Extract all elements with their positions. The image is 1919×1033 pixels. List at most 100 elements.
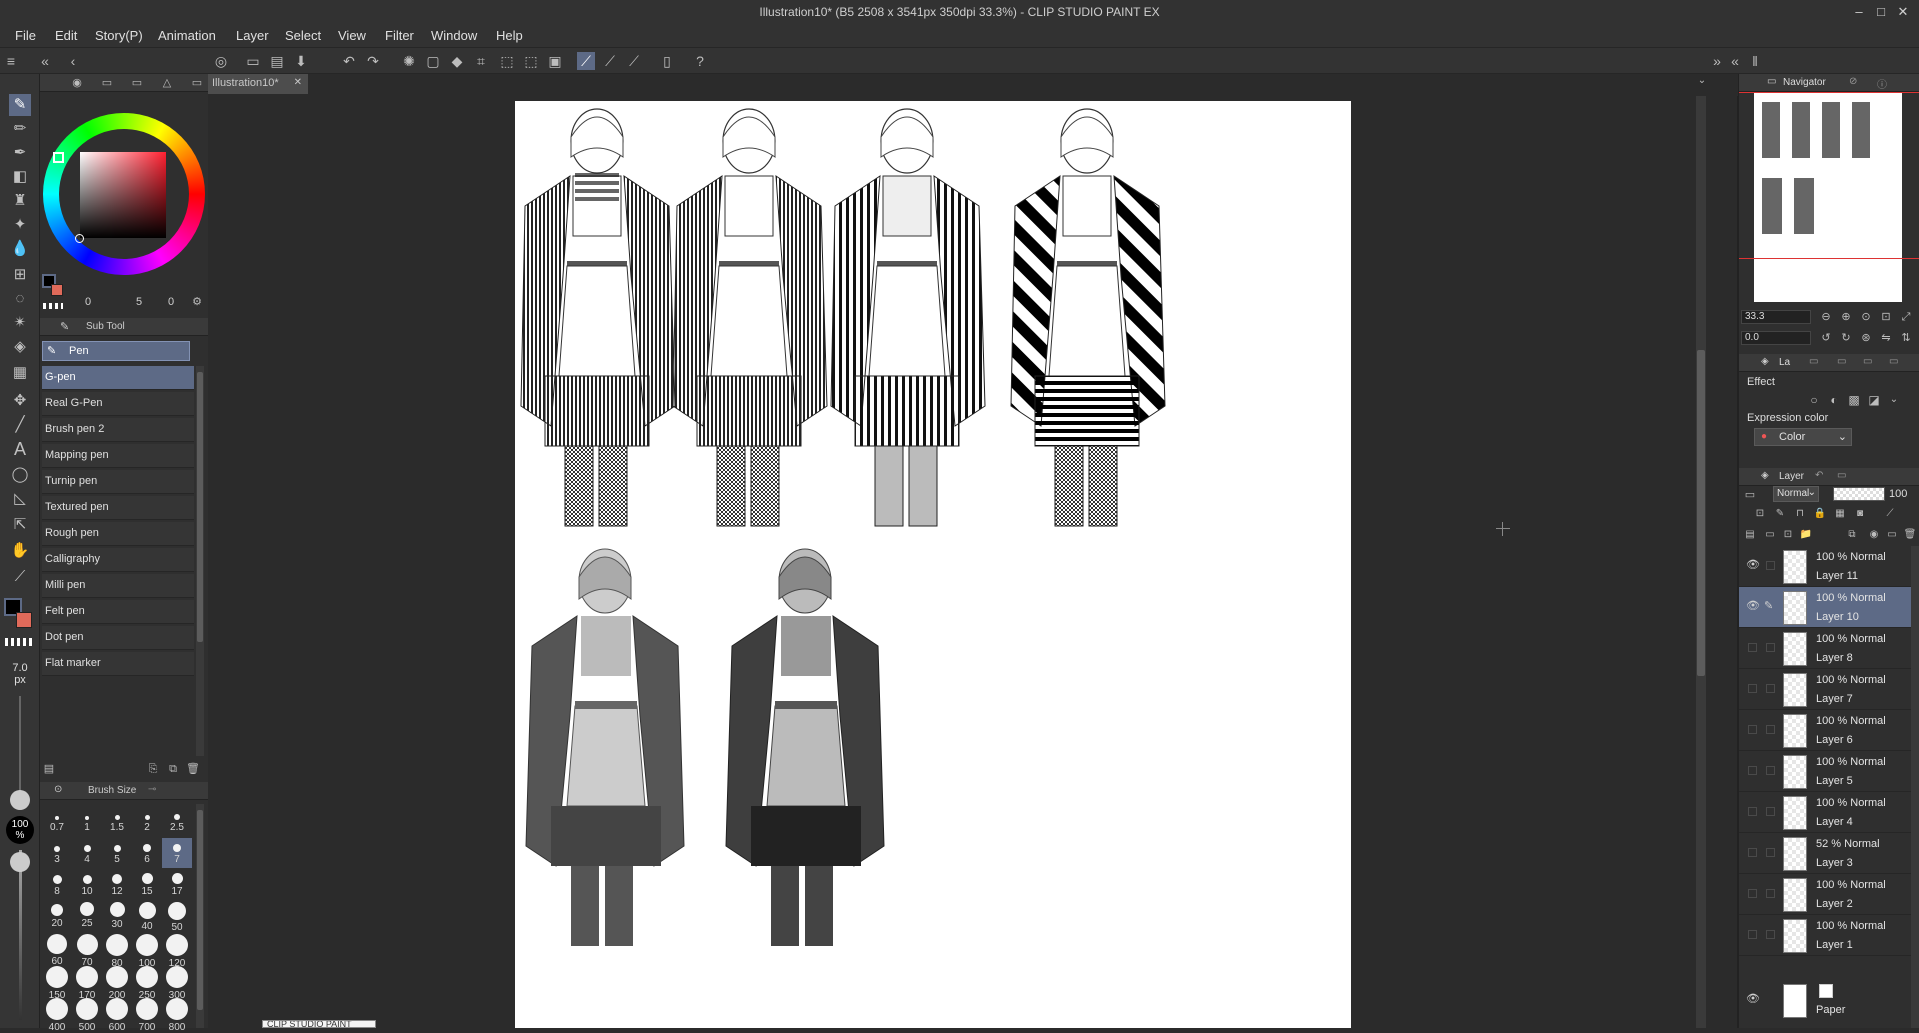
color-wheel-tab-icon[interactable]: ◉ [68,74,86,92]
layer-mask-icon[interactable]: ◉ [1865,526,1883,544]
brush-size-scrollbar-thumb[interactable] [197,810,203,1010]
navigator-preview[interactable] [1739,92,1919,302]
reference-layer-icon[interactable]: ⊡ [1751,505,1769,523]
blend-mode-dropdown[interactable]: Normal ⌄ [1773,486,1819,502]
subtool-item[interactable]: Flat marker [42,652,194,676]
loading-icon[interactable]: ✺ [400,52,418,70]
auto-action-tab-icon[interactable]: ▭ [1837,470,1846,481]
subtool-item[interactable]: G-pen [42,366,194,390]
brush-size-preset[interactable]: 800 [162,998,192,1033]
save-icon[interactable]: ⬇ [292,52,310,70]
brush-size-preset[interactable]: 600 [102,998,132,1033]
search-layer-tab-icon[interactable]: ▭ [1809,356,1818,367]
visibility-toggle[interactable] [1748,684,1757,693]
brush-size-preset[interactable]: 0.7 [42,806,72,836]
airbrush-tool-icon[interactable]: ♜ [9,190,31,212]
subtool-item[interactable]: Mapping pen [42,444,194,468]
brush-size-preset[interactable]: 1.5 [102,806,132,836]
layer-opacity-slider[interactable] [1833,487,1885,501]
layer-list-icon[interactable]: ▤ [1741,526,1759,544]
subtool-item[interactable]: Textured pen [42,496,194,520]
expand-right-icon[interactable]: » [1708,52,1726,70]
device-icon[interactable]: ▯ [658,52,676,70]
subtool-item[interactable]: Turnip pen [42,470,194,494]
fit-navigator-icon[interactable]: ⤢ [1897,308,1915,326]
help-icon[interactable]: ? [691,52,709,70]
text-tool-icon[interactable]: A [9,438,31,460]
brush-size-preset[interactable]: 20 [42,902,72,932]
lock-layer-icon[interactable]: 🔒 [1811,505,1829,523]
layer-row[interactable]: 👁 ✎ 100 % Normal Layer 10 [1739,587,1919,628]
maximize-icon[interactable]: □ [1871,2,1891,22]
edit-toggle[interactable] [1766,930,1775,939]
eye-icon[interactable]: 👁 [1746,558,1760,572]
brush-size-preset[interactable]: 40 [132,902,162,932]
panel-toggle-icon[interactable]: ‖ [1746,52,1764,70]
eye-icon[interactable]: 👁 [1746,992,1760,1006]
brush-size-preset[interactable]: 400 [42,998,72,1033]
visibility-toggle[interactable] [1748,889,1757,898]
layer-row[interactable]: 52 % Normal Layer 3 [1739,833,1919,874]
canvas-paper[interactable] [515,101,1351,1028]
brush-tool-icon[interactable]: ✒ [9,142,31,164]
gradient-tool-icon[interactable]: ▦ [9,362,31,384]
ruler-display-icon[interactable]: ⟋ [1881,505,1899,523]
close-tab-icon[interactable]: ✕ [294,77,302,88]
actual-size-icon[interactable]: ⊙ [1857,308,1875,326]
brush-size-preset[interactable]: 25 [72,902,102,932]
brush-size-preset[interactable]: 4 [72,838,102,868]
menu-file[interactable]: File [15,28,36,43]
subtool-item[interactable]: Rough pen [42,522,194,546]
edit-toggle[interactable] [1766,807,1775,816]
paper-layer-row[interactable]: 👁 Paper [1739,980,1919,1024]
figure-tool-icon[interactable]: ╱ [9,414,31,436]
saturation-marker[interactable] [75,234,84,243]
selection-icon[interactable]: ▢ [424,52,442,70]
menu-story[interactable]: Story(P) [95,28,143,43]
navigator-zoom-field[interactable]: 33.3 [1741,310,1811,324]
layer-row[interactable]: 100 % Normal Layer 1 [1739,915,1919,956]
clip-studio-popup[interactable]: CLIP STUDIO PAINT [262,1020,376,1028]
select-all-icon[interactable]: ⬚ [498,52,516,70]
new-file-icon[interactable]: ▭ [244,52,262,70]
menu-icon[interactable]: ≡ [2,52,20,70]
brush-size-preset[interactable]: 70 [72,934,102,968]
layer-row[interactable]: 100 % Normal Layer 5 [1739,751,1919,792]
subtool-item[interactable]: Dot pen [42,626,194,650]
brush-size-preset[interactable]: 150 [42,966,72,1001]
brush-size-preset[interactable]: 3 [42,838,72,868]
brush-size-preset[interactable]: 1 [72,806,102,836]
snap-ruler-icon[interactable]: ⟋ [601,52,619,70]
brush-size-tab2-icon[interactable]: ⊸ [148,784,156,795]
brush-size-preset[interactable]: 700 [132,998,162,1033]
open-file-icon[interactable]: ▤ [268,52,286,70]
flip-vertical-icon[interactable]: ⇅ [1897,329,1915,347]
brush-size-preset[interactable]: 80 [102,934,132,969]
color-set-tab-icon[interactable]: ▭ [128,74,146,92]
layer-scrollbar[interactable] [1911,546,1919,1028]
menu-help[interactable]: Help [496,28,523,43]
color-options-icon[interactable]: ⚙ [188,293,206,311]
menu-filter[interactable]: Filter [385,28,414,43]
delete-subtool-icon[interactable]: 🗑 [184,760,202,778]
balloon-tool-icon[interactable]: ◯ [9,464,31,486]
menu-layer[interactable]: Layer [236,28,269,43]
layer-tab-4-icon[interactable]: ▭ [1889,356,1898,367]
edit-pen-icon[interactable]: ✎ [1764,599,1773,612]
navigator-tab-label[interactable]: Navigator [1783,77,1826,88]
border-effect-icon[interactable]: ○ [1805,391,1823,409]
decoration-tool-icon[interactable]: ✦ [9,214,31,236]
fit-screen-icon[interactable]: ⊡ [1877,308,1895,326]
snap-grid-icon[interactable]: ⟋ [625,52,643,70]
transform-icon[interactable]: ⌗ [472,52,490,70]
layer-tab-3-icon[interactable]: ▭ [1863,356,1872,367]
brush-size-preset[interactable]: 170 [72,966,102,1001]
merge-layer-icon[interactable]: ⧉ [1843,526,1861,544]
fill-icon[interactable]: ◆ [448,52,466,70]
brush-size-preset[interactable]: 10 [72,870,102,900]
brush-size-preset[interactable]: 7 [162,838,192,868]
new-folder-icon[interactable]: 📁 [1797,526,1815,544]
layer-row[interactable]: 100 % Normal Layer 8 [1739,628,1919,669]
transparent-chip-icon[interactable] [43,303,63,309]
apply-mask-icon[interactable]: ▭ [1883,526,1901,544]
